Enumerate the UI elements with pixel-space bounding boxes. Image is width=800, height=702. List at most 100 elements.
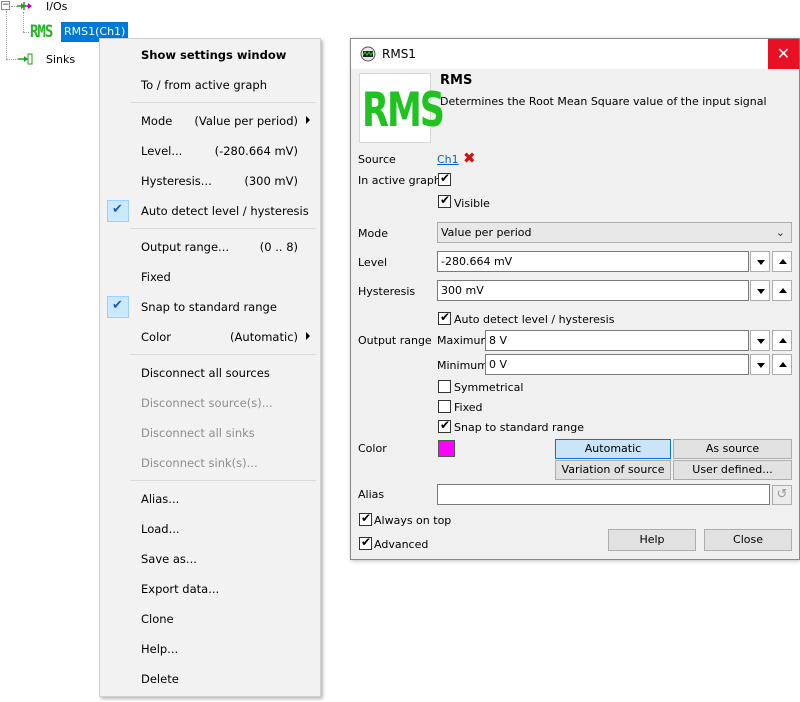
rms-tree-icon: RMS	[30, 22, 53, 42]
menu-label: Clone	[141, 612, 174, 626]
mode-select[interactable]: Value per period ⌄	[437, 222, 792, 243]
mode-select-value: Value per period	[441, 226, 532, 239]
maximum-input[interactable]: 8 V	[485, 330, 749, 351]
maximum-decrement[interactable]	[750, 330, 770, 351]
disconnect-source-icon[interactable]: ✖	[463, 149, 476, 167]
output-range-label: Output range	[358, 334, 432, 347]
menu-level[interactable]: Level... (-280.664 mV)	[102, 140, 318, 162]
triangle-down-icon	[757, 289, 765, 294]
color-as-source-button[interactable]: As source	[673, 439, 792, 459]
visible-checkbox[interactable]: ✔	[438, 193, 451, 208]
dialog-title: RMS1	[382, 47, 416, 61]
hysteresis-label: Hysteresis	[358, 285, 416, 298]
always-on-top-checkbox[interactable]: ✔	[359, 511, 372, 526]
chevron-down-icon: ⌄	[775, 226, 785, 239]
triangle-down-icon	[757, 363, 765, 368]
color-automatic-button[interactable]: Automatic	[555, 439, 671, 459]
fixed-label: Fixed	[454, 401, 483, 414]
undo-icon[interactable]: ↺	[772, 485, 792, 505]
check-icon: ✔	[440, 171, 451, 185]
help-button[interactable]: Help	[608, 529, 696, 551]
object-heading: RMS	[440, 73, 473, 88]
hysteresis-decrement[interactable]	[750, 280, 770, 301]
visible-label: Visible	[454, 197, 490, 210]
color-label: Color	[358, 442, 387, 455]
symmetrical-checkbox[interactable]	[438, 380, 451, 393]
menu-hysteresis[interactable]: Hysteresis... (300 mV)	[102, 170, 318, 192]
maximum-label: Maximum	[437, 334, 492, 347]
symmetrical-label: Symmetrical	[454, 381, 524, 394]
rms-logo: RMS	[359, 73, 445, 143]
triangle-up-icon	[779, 259, 787, 264]
menu-value: (-280.664 mV)	[214, 144, 298, 158]
minimum-decrement[interactable]	[750, 354, 770, 375]
minimum-input[interactable]: 0 V	[485, 354, 749, 375]
auto-detect-checkbox[interactable]: ✔	[438, 310, 451, 325]
menu-delete[interactable]: Delete	[102, 668, 318, 690]
menu-label: Save as...	[141, 552, 197, 566]
menu-label: Disconnect all sources	[141, 366, 270, 380]
maximum-increment[interactable]	[772, 330, 792, 351]
menu-disconnect-all-sources[interactable]: Disconnect all sources	[102, 362, 318, 384]
maximum-value: 8 V	[489, 334, 508, 347]
menu-value: (0 .. 8)	[259, 240, 298, 254]
check-icon: ✔	[440, 418, 451, 432]
menu-snap[interactable]: ✔ Snap to standard range	[102, 296, 318, 318]
check-icon: ✔	[107, 200, 129, 222]
alias-label: Alias	[358, 488, 385, 501]
dialog-titlebar[interactable]: RMS1 ✕	[351, 39, 799, 69]
minimum-label: Minimum	[437, 359, 488, 372]
snap-label: Snap to standard range	[454, 421, 584, 434]
hysteresis-input[interactable]: 300 mV	[437, 280, 749, 301]
in-active-graph-label: In active graph	[358, 174, 441, 187]
menu-mode[interactable]: Mode (Value per period)	[102, 110, 318, 132]
color-swatch[interactable]	[438, 440, 455, 457]
menu-color[interactable]: Color (Automatic)	[102, 326, 318, 348]
minimum-increment[interactable]	[772, 354, 792, 375]
settings-dialog: RMS1 ✕ RMS RMS Determines the Root Mean …	[350, 38, 800, 560]
object-description: Determines the Root Mean Square value of…	[440, 95, 767, 108]
level-input[interactable]: -280.664 mV	[437, 251, 749, 272]
snap-checkbox[interactable]: ✔	[438, 418, 451, 433]
minimum-value: 0 V	[489, 358, 508, 371]
color-variation-button[interactable]: Variation of source	[555, 460, 671, 480]
tree-expander[interactable]: −	[1, 1, 10, 10]
menu-output-range[interactable]: Output range... (0 .. 8)	[102, 236, 318, 258]
menu-load[interactable]: Load...	[102, 518, 318, 540]
menu-label: Hysteresis...	[141, 174, 212, 188]
close-button[interactable]: Close	[704, 529, 792, 551]
menu-value: (Automatic)	[230, 330, 298, 344]
menu-fixed[interactable]: Fixed	[102, 266, 318, 288]
level-increment[interactable]	[772, 251, 792, 272]
close-icon[interactable]: ✕	[768, 39, 799, 69]
menu-save-as[interactable]: Save as...	[102, 548, 318, 570]
color-user-defined-button[interactable]: User defined...	[673, 460, 792, 480]
in-active-graph-checkbox[interactable]: ✔	[438, 171, 451, 186]
check-icon: ✔	[440, 193, 451, 207]
fixed-checkbox[interactable]	[438, 400, 451, 413]
level-value: -280.664 mV	[441, 255, 513, 268]
always-on-top-label: Always on top	[374, 514, 452, 527]
advanced-checkbox[interactable]: ✔	[359, 535, 372, 550]
menu-label: Snap to standard range	[141, 300, 277, 314]
menu-label: Disconnect sink(s)...	[141, 456, 258, 470]
check-icon: ✔	[361, 511, 372, 525]
submenu-arrow-icon	[306, 116, 310, 124]
menu-value: (300 mV)	[244, 174, 298, 188]
menu-help[interactable]: Help...	[102, 638, 318, 660]
menu-alias[interactable]: Alias...	[102, 488, 318, 510]
alias-input[interactable]	[437, 484, 770, 505]
menu-label: Export data...	[141, 582, 220, 596]
tree-root-label[interactable]: I/Os	[46, 0, 67, 13]
menu-to-from-graph[interactable]: To / from active graph	[102, 74, 318, 96]
menu-clone[interactable]: Clone	[102, 608, 318, 630]
advanced-label: Advanced	[374, 538, 429, 551]
source-link[interactable]: Ch1	[437, 153, 459, 166]
menu-export-data[interactable]: Export data...	[102, 578, 318, 600]
menu-auto-detect[interactable]: ✔ Auto detect level / hysteresis	[102, 200, 318, 222]
hysteresis-increment[interactable]	[772, 280, 792, 301]
level-decrement[interactable]	[750, 251, 770, 272]
menu-show-settings[interactable]: Show settings window	[102, 44, 318, 66]
tree-sinks-label[interactable]: Sinks	[46, 53, 75, 66]
menu-label: Color	[141, 330, 172, 344]
